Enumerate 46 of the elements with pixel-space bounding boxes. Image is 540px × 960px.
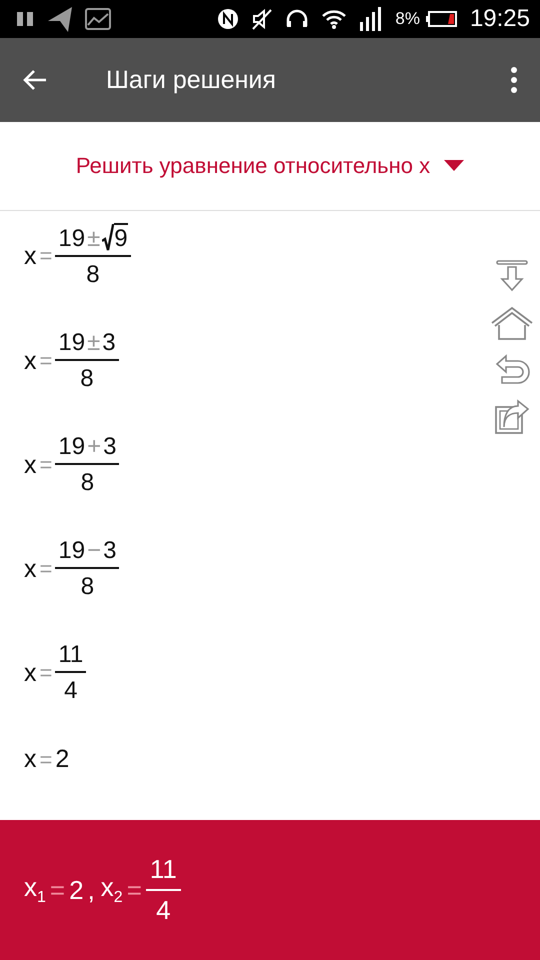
fraction: 19±3 8 — [55, 329, 119, 393]
navigation-arrow-icon — [46, 5, 74, 33]
variable: x$_{1}$ — [24, 872, 46, 908]
fraction: 11 4 — [55, 641, 86, 705]
equals-sign: = — [40, 348, 52, 374]
fraction: 11 4 — [146, 854, 181, 926]
home-icon[interactable] — [490, 305, 534, 341]
back-arrow-icon — [22, 69, 48, 91]
image-icon — [84, 7, 112, 31]
battery-icon — [426, 11, 458, 27]
solve-mode-dropdown[interactable]: Решить уравнение относительно x — [76, 147, 464, 185]
value: 2 — [55, 745, 70, 774]
equals-sign: = — [40, 746, 52, 772]
square-root-sign — [102, 224, 114, 252]
share-icon[interactable] — [494, 399, 530, 435]
equals-sign: = — [40, 452, 52, 478]
variable: x — [24, 242, 36, 270]
clock: 19:25 — [470, 5, 530, 33]
signal-icon — [359, 6, 384, 32]
equals-sign: = — [40, 660, 52, 686]
pause-icon — [16, 10, 36, 28]
fraction: 19+3 8 — [55, 433, 120, 497]
variable: x$_{2}$ — [100, 872, 123, 908]
variable: x — [24, 658, 36, 688]
wifi-icon — [321, 8, 348, 30]
variable: x — [24, 346, 36, 376]
variable: x — [24, 450, 36, 480]
variable: x — [24, 745, 36, 774]
dropdown-caret-icon — [444, 160, 464, 172]
headset-icon — [285, 8, 310, 30]
variable: x — [24, 554, 36, 584]
nfc-icon — [217, 8, 240, 30]
fraction: 19−3 8 — [55, 537, 120, 601]
screen-title: Шаги решения — [106, 66, 277, 94]
equals-sign: = — [126, 874, 142, 906]
value: 2 — [69, 874, 84, 906]
more-vertical-icon — [510, 67, 518, 93]
equals-sign: = — [40, 243, 52, 269]
equals-sign: = — [40, 556, 52, 582]
fraction: 19± 9 8 — [55, 223, 131, 289]
scroll-to-bottom-icon[interactable] — [495, 259, 529, 293]
comma: , — [88, 874, 95, 906]
equals-sign: = — [50, 874, 66, 906]
undo-icon[interactable] — [494, 353, 530, 387]
mute-icon — [251, 8, 274, 30]
battery-percent: 8% — [395, 9, 420, 29]
